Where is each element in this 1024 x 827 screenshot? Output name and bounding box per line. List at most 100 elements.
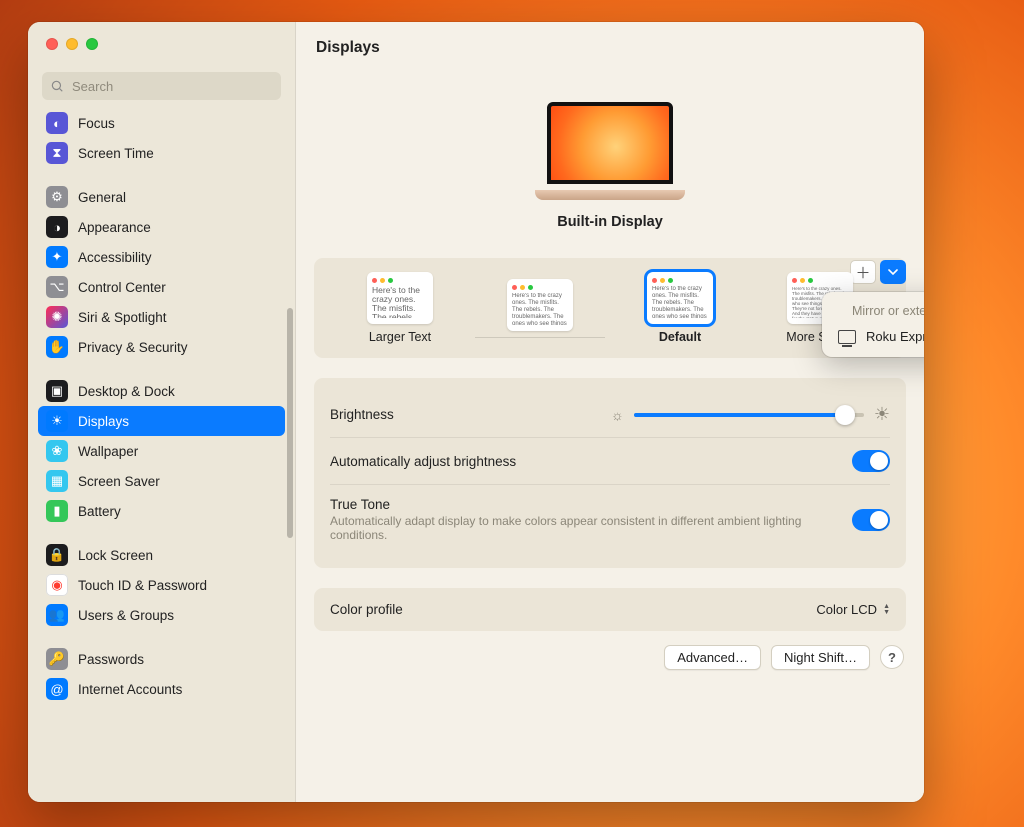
mirror-extend-popover: Mirror or extend to Roku Express bbox=[822, 292, 924, 357]
color-profile-label: Color profile bbox=[330, 602, 403, 617]
help-button[interactable]: ? bbox=[880, 645, 904, 669]
sidebar-item-label: General bbox=[78, 190, 126, 205]
control-center-icon: ⌥ bbox=[46, 276, 68, 298]
at-icon: @ bbox=[46, 678, 68, 700]
screensaver-icon: ▦ bbox=[46, 470, 68, 492]
auto-brightness-label: Automatically adjust brightness bbox=[330, 454, 516, 469]
sidebar-item-lock-screen[interactable]: 🔒 Lock Screen bbox=[38, 540, 285, 570]
wallpaper-icon: ❀ bbox=[46, 440, 68, 462]
sidebar-item-label: Siri & Spotlight bbox=[78, 310, 167, 325]
sidebar-item-accessibility[interactable]: ✦ Accessibility bbox=[38, 242, 285, 272]
brightness-card: Brightness ☼ ☀ Automatically adjust brig… bbox=[314, 378, 906, 568]
users-icon: 👥 bbox=[46, 604, 68, 626]
sidebar-item-focus[interactable]: ◐ Focus bbox=[38, 108, 285, 138]
sidebar-item-label: Screen Time bbox=[78, 146, 154, 161]
sidebar: ◐ Focus ⧗ Screen Time ⚙ General ◑ Appear… bbox=[28, 22, 296, 802]
gear-icon: ⚙ bbox=[46, 186, 68, 208]
tv-icon bbox=[838, 330, 856, 344]
sidebar-item-privacy[interactable]: ✋ Privacy & Security bbox=[38, 332, 285, 362]
page-title: Displays bbox=[296, 22, 924, 74]
popover-item-roku[interactable]: Roku Express bbox=[826, 324, 924, 349]
brightness-slider[interactable]: ☼ ☀ bbox=[611, 404, 890, 425]
laptop-graphic bbox=[535, 102, 685, 200]
hand-icon: ✋ bbox=[46, 336, 68, 358]
fingerprint-icon: ◉ bbox=[46, 574, 68, 596]
device-preview: Built-in Display ＋ Mirror or extend to R… bbox=[314, 74, 906, 238]
display-add-controls: ＋ bbox=[850, 260, 906, 284]
color-profile-value: Color LCD bbox=[816, 602, 877, 617]
fullscreen-window-button[interactable] bbox=[86, 38, 98, 50]
sidebar-item-label: Battery bbox=[78, 504, 121, 519]
sidebar-item-battery[interactable]: ▮ Battery bbox=[38, 496, 285, 526]
close-window-button[interactable] bbox=[46, 38, 58, 50]
minimize-window-button[interactable] bbox=[66, 38, 78, 50]
sidebar-item-users-groups[interactable]: 👥 Users & Groups bbox=[38, 600, 285, 630]
updown-icon: ▲▼ bbox=[883, 604, 890, 616]
appearance-icon: ◑ bbox=[46, 216, 68, 238]
sidebar-item-control-center[interactable]: ⌥ Control Center bbox=[38, 272, 285, 302]
resolution-option-mid[interactable]: Here's to the crazy ones. The misfits. T… bbox=[475, 279, 605, 344]
night-shift-button[interactable]: Night Shift… bbox=[771, 645, 870, 670]
siri-icon: ✺ bbox=[46, 306, 68, 328]
device-name-label: Built-in Display bbox=[314, 214, 906, 230]
displays-icon: ☀ bbox=[46, 410, 68, 432]
sidebar-item-desktop-dock[interactable]: ▣ Desktop & Dock bbox=[38, 376, 285, 406]
sidebar-item-label: Users & Groups bbox=[78, 608, 174, 623]
truetone-description: Automatically adapt display to make colo… bbox=[330, 514, 810, 542]
auto-brightness-toggle[interactable] bbox=[852, 450, 890, 472]
color-profile-card: Color profile Color LCD ▲▼ bbox=[314, 588, 906, 631]
sidebar-item-label: Appearance bbox=[78, 220, 151, 235]
lock-icon: 🔒 bbox=[46, 544, 68, 566]
search-input[interactable] bbox=[42, 72, 281, 100]
display-dropdown-button[interactable] bbox=[880, 260, 906, 284]
sidebar-item-internet-accounts[interactable]: @ Internet Accounts bbox=[38, 674, 285, 704]
truetone-label: True Tone bbox=[330, 497, 810, 512]
resolution-thumb: Here's to the crazy ones. The misfits. T… bbox=[647, 272, 713, 324]
sidebar-item-displays[interactable]: ☀ Displays bbox=[38, 406, 285, 436]
sidebar-item-label: Focus bbox=[78, 116, 115, 131]
sun-big-icon: ☀ bbox=[874, 404, 890, 425]
sidebar-item-label: Wallpaper bbox=[78, 444, 138, 459]
resolution-card: Here's to the crazy ones. The misfits. T… bbox=[314, 258, 906, 358]
bottom-button-row: Advanced… Night Shift… ? bbox=[314, 631, 906, 670]
screentime-icon: ⧗ bbox=[46, 142, 68, 164]
battery-icon: ▮ bbox=[46, 500, 68, 522]
brightness-label: Brightness bbox=[330, 407, 394, 422]
sidebar-item-passwords[interactable]: 🔑 Passwords bbox=[38, 644, 285, 674]
sidebar-item-touch-id[interactable]: ◉ Touch ID & Password bbox=[38, 570, 285, 600]
add-display-button[interactable]: ＋ bbox=[850, 260, 876, 284]
sidebar-item-label: Control Center bbox=[78, 280, 166, 295]
sidebar-item-label: Touch ID & Password bbox=[78, 578, 207, 593]
window-controls bbox=[28, 22, 295, 62]
sidebar-item-wallpaper[interactable]: ❀ Wallpaper bbox=[38, 436, 285, 466]
desktop-icon: ▣ bbox=[46, 380, 68, 402]
sidebar-nav: ◐ Focus ⧗ Screen Time ⚙ General ◑ Appear… bbox=[28, 108, 295, 802]
accessibility-icon: ✦ bbox=[46, 246, 68, 268]
sun-small-icon: ☼ bbox=[611, 407, 624, 423]
sidebar-item-general[interactable]: ⚙ General bbox=[38, 182, 285, 212]
advanced-button[interactable]: Advanced… bbox=[664, 645, 761, 670]
sidebar-item-label: Desktop & Dock bbox=[78, 384, 175, 399]
key-icon: 🔑 bbox=[46, 648, 68, 670]
resolution-option-default[interactable]: Here's to the crazy ones. The misfits. T… bbox=[615, 272, 745, 344]
sidebar-item-appearance[interactable]: ◑ Appearance bbox=[38, 212, 285, 242]
main-content: Displays Built-in Display ＋ Mirror or ex… bbox=[296, 22, 924, 802]
resolution-thumb: Here's to the crazy ones. The misfits. T… bbox=[367, 272, 433, 324]
sidebar-item-label: Lock Screen bbox=[78, 548, 153, 563]
sidebar-item-label: Accessibility bbox=[78, 250, 152, 265]
sidebar-item-screen-time[interactable]: ⧗ Screen Time bbox=[38, 138, 285, 168]
resolution-thumb: Here's to the crazy ones. The misfits. T… bbox=[507, 279, 573, 331]
sidebar-item-label: Internet Accounts bbox=[78, 682, 182, 697]
color-profile-select[interactable]: Color LCD ▲▼ bbox=[816, 602, 890, 617]
sidebar-item-label: Screen Saver bbox=[78, 474, 160, 489]
sidebar-item-label: Privacy & Security bbox=[78, 340, 188, 355]
truetone-toggle[interactable] bbox=[852, 509, 890, 531]
resolution-option-larger-text[interactable]: Here's to the crazy ones. The misfits. T… bbox=[335, 272, 465, 344]
sidebar-item-screen-saver[interactable]: ▦ Screen Saver bbox=[38, 466, 285, 496]
slider-knob[interactable] bbox=[835, 405, 855, 425]
sidebar-item-siri[interactable]: ✺ Siri & Spotlight bbox=[38, 302, 285, 332]
sidebar-item-label: Displays bbox=[78, 414, 129, 429]
scrollbar-thumb[interactable] bbox=[287, 308, 293, 538]
focus-icon: ◐ bbox=[46, 112, 68, 134]
slider-track[interactable] bbox=[634, 413, 864, 417]
